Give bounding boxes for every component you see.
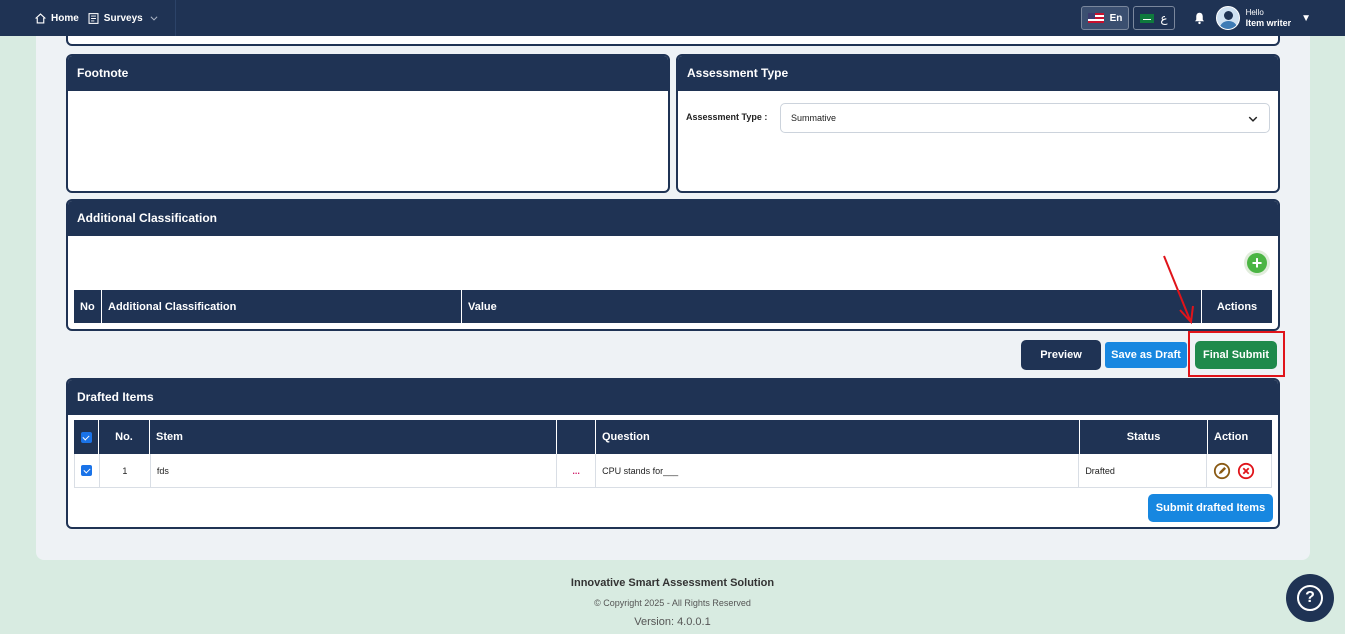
help-button[interactable]: ? (1286, 574, 1334, 622)
col-action: Action (1214, 431, 1249, 443)
surveys-icon (88, 12, 99, 24)
additional-classification-title: Additional Classification (68, 201, 1278, 236)
final-submit-highlight (1188, 331, 1285, 377)
assessment-type-label: Assessment Type : (686, 112, 768, 122)
col-status: Status (1080, 420, 1208, 454)
select-all-checkbox[interactable] (74, 420, 99, 454)
nav-left: Home Surveys (0, 0, 176, 36)
caret-down-icon[interactable]: ▼ (1301, 13, 1311, 24)
footnote-editor[interactable] (68, 91, 668, 191)
assessment-type-title: Assessment Type (678, 56, 1278, 91)
footer-product: Innovative Smart Assessment Solution (570, 577, 775, 589)
footnote-title: Footnote (68, 56, 668, 91)
row-stem: fds (151, 454, 558, 487)
chevron-down-icon (1248, 116, 1258, 122)
save-draft-button[interactable]: Save as Draft (1105, 342, 1187, 368)
lang-en-label: En (1109, 12, 1123, 24)
classification-table-header: No Additional Classification Value Actio… (74, 290, 1272, 323)
col-value: Value (462, 290, 1202, 323)
col-no: No (74, 290, 102, 323)
row-checkbox[interactable] (75, 454, 100, 487)
row-actions (1207, 454, 1271, 487)
user-info[interactable]: Hello Item writer (1246, 7, 1292, 29)
home-icon (35, 12, 46, 24)
nav-home[interactable]: Home (34, 12, 79, 25)
top-navbar: Home Surveys En ع Hello Item writer ▼ (0, 0, 1345, 36)
bell-icon[interactable] (1193, 11, 1206, 25)
col-additional-classification: Additional Classification (102, 290, 462, 323)
col-actions: Actions (1216, 300, 1258, 313)
lang-ar-button[interactable]: ع (1133, 6, 1175, 30)
chevron-down-icon (150, 16, 158, 21)
row-status: Drafted (1079, 454, 1208, 487)
annotation-arrow (1163, 255, 1194, 325)
drafted-items-title: Drafted Items (68, 380, 1278, 415)
delete-icon[interactable] (1237, 462, 1255, 480)
col-question: Question (596, 420, 1080, 454)
preview-button[interactable]: Preview (1021, 340, 1101, 370)
previous-card-edge (66, 36, 1280, 46)
col-more (557, 420, 596, 454)
user-name: Item writer (1245, 18, 1292, 28)
plus-icon: + (1247, 253, 1267, 273)
col-stem: Stem (150, 420, 557, 454)
lang-ar-label: ع (1160, 11, 1168, 25)
footer-version: Version: 4.0.0.1 (634, 616, 711, 628)
us-flag-icon (1087, 13, 1104, 23)
lang-en-button[interactable]: En (1080, 6, 1130, 30)
assessment-type-panel: Assessment Type Assessment Type : Summat… (676, 54, 1280, 193)
nav-home-label: Home (51, 12, 79, 24)
add-classification-button[interactable]: + (1244, 250, 1270, 276)
user-greeting: Hello (1245, 8, 1264, 17)
assessment-type-value: Summative (791, 113, 837, 123)
table-row: 1 fds ... CPU stands for___ Drafted (74, 454, 1272, 488)
row-question: CPU stands for___ (596, 454, 1080, 487)
footnote-panel: Footnote (66, 54, 670, 193)
submit-drafted-items-button[interactable]: Submit drafted Items (1148, 494, 1273, 522)
assessment-type-select[interactable]: Summative (780, 103, 1270, 133)
checkbox-icon (81, 465, 93, 476)
edit-icon[interactable] (1213, 462, 1231, 480)
col-no: No. (99, 420, 150, 454)
help-icon: ? (1297, 585, 1323, 611)
nav-surveys[interactable]: Surveys (87, 12, 159, 25)
checkbox-icon (80, 431, 92, 443)
sa-flag-icon (1140, 13, 1155, 23)
avatar[interactable] (1215, 6, 1240, 30)
row-no: 1 (100, 454, 151, 487)
drafted-table-header: No. Stem Question Status Action (74, 420, 1272, 454)
nav-right: En ع Hello Item writer ▼ (1080, 0, 1345, 36)
nav-surveys-label: Surveys (103, 12, 143, 24)
row-more-button[interactable]: ... (557, 454, 597, 487)
footer-copyright: © Copyright 2025 - All Rights Reserved (594, 598, 751, 608)
